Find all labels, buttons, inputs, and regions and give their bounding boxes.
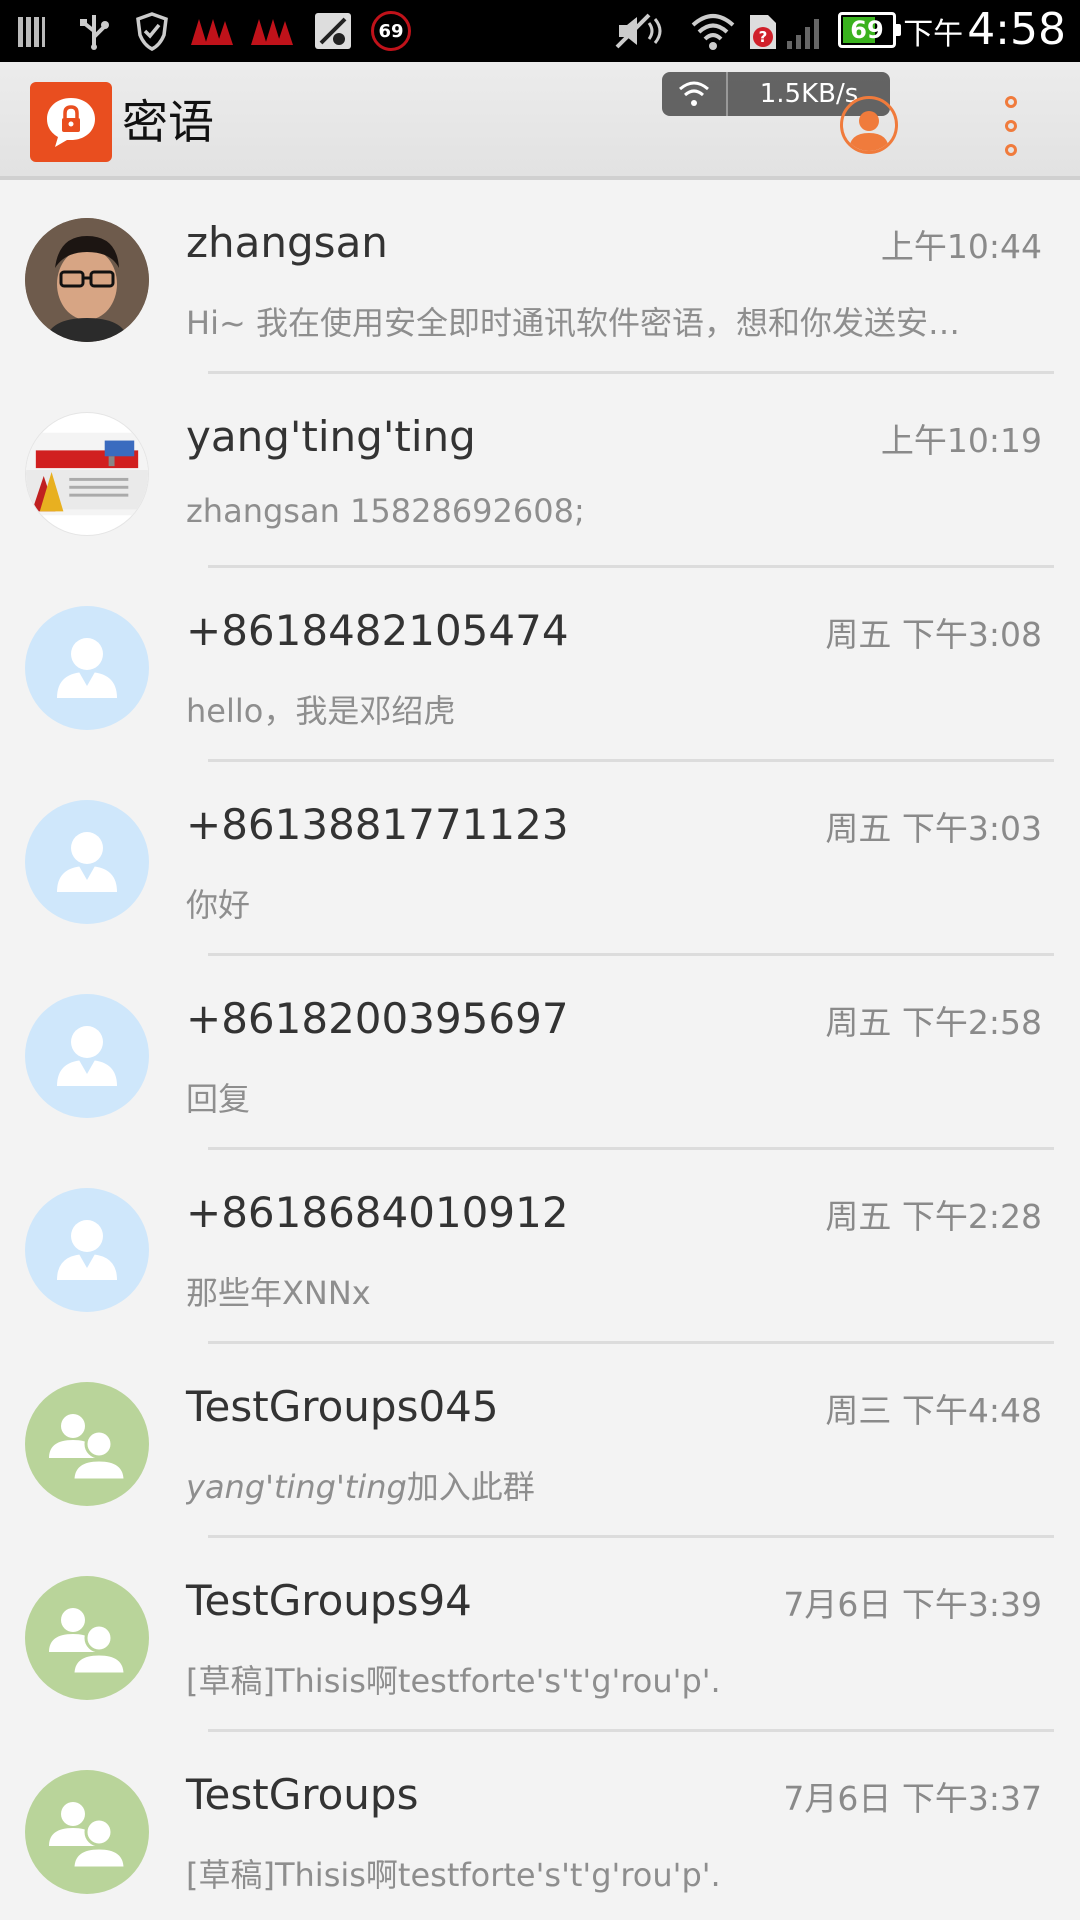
contact-name: +8618684010912 xyxy=(186,1188,569,1237)
contact-name: yang'ting'ting xyxy=(186,412,476,461)
message-time: 上午10:19 xyxy=(880,421,1042,460)
contact-name: zhangsan xyxy=(186,218,388,267)
message-time: 周五 下午3:08 xyxy=(825,615,1042,654)
message-preview: yang'ting'ting加入此群 xyxy=(186,1462,1016,1508)
avatar[interactable] xyxy=(25,412,149,536)
default-group-avatar-icon[interactable] xyxy=(25,1770,149,1894)
svg-text:?: ? xyxy=(759,28,768,46)
lock-chat-icon[interactable] xyxy=(30,82,112,162)
sim-error-icon: ? xyxy=(746,10,780,52)
default-group-avatar-icon[interactable] xyxy=(25,1382,149,1506)
message-preview: hello，我是邓绍虎 xyxy=(186,692,456,730)
message-time: 周五 下午2:58 xyxy=(825,1003,1042,1042)
default-person-avatar-icon[interactable] xyxy=(25,1188,149,1312)
message-preview: 回复 xyxy=(186,1080,251,1118)
joined-member-name: yang'ting'ting xyxy=(186,1468,407,1506)
conversation-row[interactable]: yang'ting'ting 上午10:19 zhangsan 15828692… xyxy=(0,374,1080,568)
message-preview: [草稿]Thisis啊testforte's't'g'rou'p'. xyxy=(186,1662,721,1700)
muted-app-icon xyxy=(312,10,354,52)
conversation-row[interactable]: +8618684010912 周五 下午2:28 那些年XNNx xyxy=(0,1150,1080,1344)
clock-time: 4:58 xyxy=(967,4,1066,55)
default-group-avatar-icon[interactable] xyxy=(25,1576,149,1700)
message-time: 周五 下午2:28 xyxy=(825,1197,1042,1236)
message-preview: 你好 xyxy=(186,886,251,924)
avatar[interactable] xyxy=(25,218,149,342)
menu-dot-icon xyxy=(1005,144,1017,156)
message-time: 周三 下午4:48 xyxy=(825,1391,1042,1430)
profile-button[interactable] xyxy=(840,96,898,154)
contact-name: +8618200395697 xyxy=(186,994,569,1043)
system-message-text: 加入此群 xyxy=(406,1468,535,1506)
mute-icon xyxy=(614,10,670,52)
default-person-avatar-icon[interactable] xyxy=(25,994,149,1118)
clock-ampm: 下午 xyxy=(903,17,964,52)
menu-dot-icon xyxy=(1005,96,1017,108)
status-clock: 下午 4:58 xyxy=(903,4,1066,58)
user-icon xyxy=(849,111,889,151)
message-time: 周五 下午3:03 xyxy=(825,809,1042,848)
status-bar: 69 ? 69 下午 4:58 xyxy=(0,0,1080,62)
conversation-row[interactable]: TestGroups045 周三 下午4:48 yang'ting'ting加入… xyxy=(0,1344,1080,1538)
conversation-row[interactable]: +8618482105474 周五 下午3:08 hello，我是邓绍虎 xyxy=(0,568,1080,762)
shield-icon xyxy=(130,10,174,52)
conversation-row[interactable]: TestGroups94 7月6日 下午3:39 [草稿]Thisis啊test… xyxy=(0,1538,1080,1732)
count-badge-icon: 69 xyxy=(368,10,414,52)
signal-icon xyxy=(784,10,826,52)
menu-dot-icon xyxy=(1005,120,1017,132)
red-app-icon xyxy=(246,10,296,52)
sim-bars-icon xyxy=(16,10,46,52)
message-preview: Hi~ 我在使用安全即时通讯软件密语，想和你发送安… xyxy=(186,304,960,342)
conversation-list[interactable]: zhangsan 上午10:44 Hi~ 我在使用安全即时通讯软件密语，想和你发… xyxy=(0,180,1080,1920)
message-time: 7月6日 下午3:37 xyxy=(783,1779,1042,1818)
wifi-icon xyxy=(662,72,728,116)
group-name: TestGroups045 xyxy=(186,1382,499,1431)
default-person-avatar-icon[interactable] xyxy=(25,800,149,924)
conversation-row[interactable]: +8618200395697 周五 下午2:58 回复 xyxy=(0,956,1080,1150)
message-time: 上午10:44 xyxy=(880,227,1042,266)
message-preview: [草稿]Thisis啊testforte's't'g'rou'p'. xyxy=(186,1856,721,1894)
battery-indicator: 69 xyxy=(838,12,901,48)
app-bar: 密语 1.5KB/s xyxy=(0,62,1080,180)
conversation-row[interactable]: +8613881771123 周五 下午3:03 你好 xyxy=(0,762,1080,956)
group-name: TestGroups xyxy=(186,1770,419,1819)
contact-name: +8613881771123 xyxy=(186,800,569,849)
conversation-row[interactable]: zhangsan 上午10:44 Hi~ 我在使用安全即时通讯软件密语，想和你发… xyxy=(0,180,1080,374)
battery-level: 69 xyxy=(850,16,884,44)
overflow-menu-button[interactable] xyxy=(986,96,1036,156)
default-person-avatar-icon[interactable] xyxy=(25,606,149,730)
conversation-row[interactable]: TestGroups 7月6日 下午3:37 [草稿]Thisis啊testfo… xyxy=(0,1732,1080,1920)
red-app-icon xyxy=(186,10,236,52)
message-preview: 那些年XNNx xyxy=(186,1274,371,1312)
message-time: 7月6日 下午3:39 xyxy=(783,1585,1042,1624)
message-preview: zhangsan 15828692608; xyxy=(186,492,585,530)
wifi-icon xyxy=(688,10,738,52)
usb-icon xyxy=(72,10,116,52)
group-name: TestGroups94 xyxy=(186,1576,472,1625)
app-title: 密语 xyxy=(122,95,214,149)
contact-name: +8618482105474 xyxy=(186,606,569,655)
